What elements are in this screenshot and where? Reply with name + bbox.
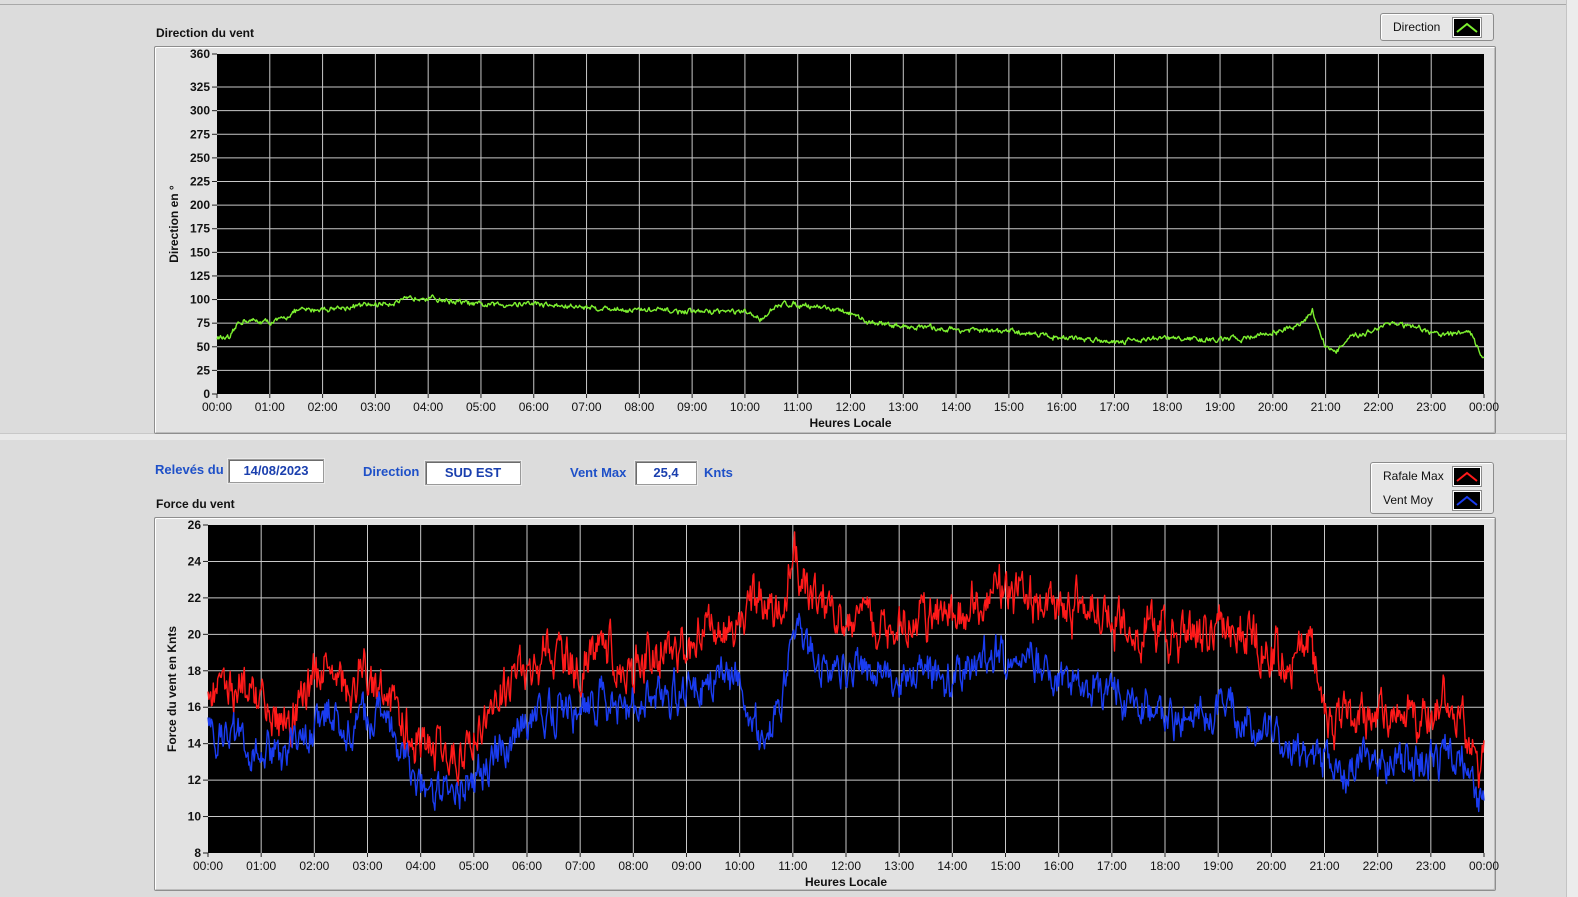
x-tick-label: 11:00 (778, 859, 807, 873)
x-tick-label: 05:00 (459, 859, 489, 873)
y-tick-label: 14 (188, 737, 202, 751)
x-tick-label: 01:00 (246, 859, 276, 873)
x-tick-label: 02:00 (299, 859, 329, 873)
x-tick-label: 22:00 (1363, 859, 1393, 873)
x-tick-label: 20:00 (1256, 859, 1286, 873)
x-tick-label: 10:00 (725, 859, 755, 873)
y-tick-label: 12 (188, 773, 202, 787)
x-tick-label: 16:00 (1044, 859, 1074, 873)
y-tick-label: 18 (188, 664, 202, 678)
x-tick-label: 06:00 (512, 859, 542, 873)
x-tick-label: 12:00 (831, 859, 861, 873)
y-tick-label: 10 (188, 810, 202, 824)
force-chart[interactable]: 8 10 12 14 16 18 20 22 24 26 00:00 01:00 02:00 03:00 0… (0, 0, 1578, 897)
x-tick-label: 15:00 (990, 859, 1020, 873)
x-tick-label: 18:00 (1150, 859, 1180, 873)
x-tick-label: 03:00 (352, 859, 382, 873)
y-tick-label: 8 (194, 846, 201, 860)
y-axis-label: Force du vent en Knts (165, 626, 179, 752)
y-tick-label: 22 (188, 591, 202, 605)
x-tick-label: 21:00 (1309, 859, 1339, 873)
x-tick-label: 08:00 (618, 859, 648, 873)
y-tick-label: 20 (188, 627, 202, 641)
x-axis-label: Heures Locale (805, 875, 887, 889)
x-tick-label: 23:00 (1416, 859, 1446, 873)
x-tick-label: 19:00 (1203, 859, 1233, 873)
x-tick-label: 00:00 (1469, 859, 1499, 873)
x-tick-label: 14:00 (937, 859, 967, 873)
x-tick-label: 13:00 (884, 859, 914, 873)
x-tick-label: 00:00 (193, 859, 223, 873)
y-tick-label: 24 (188, 554, 202, 568)
x-tick-label: 17:00 (1097, 859, 1127, 873)
x-tick-label: 04:00 (406, 859, 436, 873)
x-tick-label: 07:00 (565, 859, 595, 873)
x-tick-label: 09:00 (671, 859, 701, 873)
y-tick-label: 16 (188, 700, 202, 714)
y-tick-label: 26 (188, 518, 202, 532)
